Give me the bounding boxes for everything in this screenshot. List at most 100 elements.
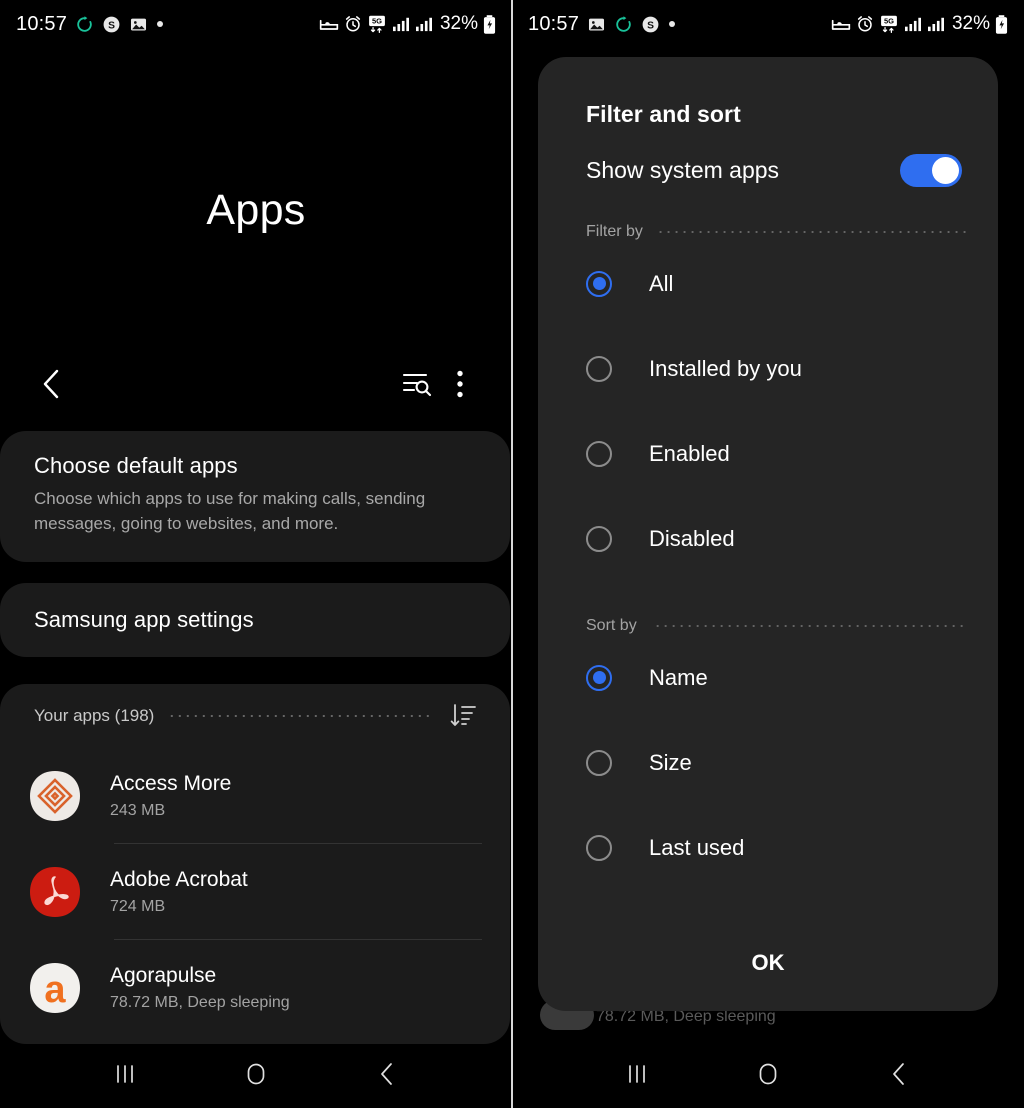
search-apps-button[interactable] — [394, 362, 438, 406]
status-bar-left-group: 10:57 S — [16, 13, 164, 36]
alarm-icon — [856, 15, 874, 33]
recents-icon — [626, 1063, 648, 1085]
battery-percent: 32% — [439, 13, 478, 34]
back-button[interactable] — [30, 362, 74, 406]
your-apps-header: Your apps (198) — [0, 684, 510, 748]
ok-button[interactable]: OK — [538, 915, 998, 1011]
adobe-acrobat-icon — [28, 865, 82, 919]
image-icon — [587, 15, 606, 34]
navigation-bar-left — [0, 1040, 512, 1108]
sort-option-size[interactable]: Size — [538, 720, 998, 805]
page-title: Apps — [206, 186, 306, 234]
back-chevron-icon — [39, 368, 65, 400]
show-system-apps-row[interactable]: Show system apps — [538, 128, 998, 187]
right-screen: 10:57 S 5G 32% 78.72 MB, Deep sleeping F… — [512, 0, 1024, 1108]
choose-default-apps-title: Choose default apps — [34, 453, 238, 478]
radio-icon[interactable] — [586, 355, 612, 382]
app-name: Agorapulse — [110, 963, 217, 987]
filter-option-enabled[interactable]: Enabled — [538, 411, 998, 496]
battery-charging-icon — [995, 14, 1008, 34]
radio-icon[interactable] — [586, 749, 612, 776]
recents-button[interactable] — [97, 1052, 153, 1096]
app-toolbar — [0, 358, 512, 410]
status-bar-right: 10:57 S 5G 32% — [512, 0, 1024, 48]
sort-by-dotted-divider — [650, 625, 968, 627]
svg-text:S: S — [647, 20, 654, 31]
radio-icon[interactable] — [586, 270, 612, 297]
dnd-bed-icon — [831, 15, 851, 33]
alarm-icon — [344, 15, 362, 33]
dot-icon — [668, 20, 676, 28]
choose-default-apps-card[interactable]: Choose default apps Choose which apps to… — [0, 431, 510, 562]
radio-icon[interactable] — [586, 440, 612, 467]
show-system-apps-label: Show system apps — [586, 157, 780, 183]
sort-option-name[interactable]: Name — [538, 635, 998, 720]
app-meta: 243 MB — [110, 801, 166, 819]
sort-option-last-used[interactable]: Last used — [538, 805, 998, 890]
filter-by-header: Filter by — [538, 187, 998, 241]
filter-by-label: Filter by — [586, 223, 643, 240]
sort-option-label: Last used — [649, 834, 745, 860]
samsung-app-settings-title: Samsung app settings — [34, 607, 254, 632]
home-circle-icon — [756, 1062, 780, 1086]
status-bar-right-group: 5G 32% — [831, 13, 1008, 35]
show-system-apps-toggle[interactable] — [900, 154, 962, 187]
samsung-app-settings-card[interactable]: Samsung app settings — [0, 583, 510, 657]
dot-icon — [156, 20, 164, 28]
filter-option-label: Disabled — [649, 525, 735, 551]
choose-default-apps-subtitle: Choose which apps to use for making call… — [34, 489, 426, 533]
access-more-icon — [28, 769, 82, 823]
list-item[interactable]: Adobe Acrobat 724 MB — [0, 844, 510, 940]
back-chevron-icon — [378, 1062, 396, 1086]
header-dotted-divider — [170, 715, 430, 717]
svg-text:5G: 5G — [372, 16, 382, 25]
dnd-bed-icon — [319, 15, 339, 33]
image-icon — [129, 15, 148, 34]
home-button[interactable] — [740, 1052, 796, 1096]
filter-by-dotted-divider — [656, 231, 968, 233]
sort-by-label: Sort by — [586, 617, 637, 634]
more-options-button[interactable] — [438, 362, 482, 406]
app-meta: 724 MB — [110, 897, 166, 915]
recents-button[interactable] — [609, 1052, 665, 1096]
list-search-icon — [400, 369, 432, 399]
list-item[interactable]: Access More 243 MB — [0, 748, 510, 844]
back-chevron-icon — [890, 1062, 908, 1086]
back-button-nav[interactable] — [359, 1052, 415, 1096]
filter-option-disabled[interactable]: Disabled — [538, 496, 998, 581]
sort-option-label: Name — [649, 664, 708, 690]
status-bar-left-group: 10:57 S — [528, 13, 676, 36]
more-vertical-icon — [457, 370, 463, 398]
app-meta: 78.72 MB, Deep sleeping — [110, 993, 290, 1011]
radio-icon[interactable] — [586, 834, 612, 861]
battery-charging-icon — [483, 14, 496, 34]
skype-icon: S — [641, 15, 660, 34]
sort-button[interactable] — [446, 699, 480, 733]
list-item-text: Access More 243 MB — [110, 770, 231, 823]
sync-icon — [614, 15, 633, 34]
5g-icon: 5G — [367, 15, 387, 34]
app-name: Access More — [110, 771, 232, 795]
5g-icon: 5G — [879, 15, 899, 34]
signal-sim1-icon — [904, 16, 922, 32]
radio-icon[interactable] — [586, 525, 612, 552]
list-item-text: Adobe Acrobat 724 MB — [110, 866, 248, 919]
filter-option-all[interactable]: All — [538, 241, 998, 326]
agorapulse-icon: a — [28, 961, 82, 1015]
home-button[interactable] — [228, 1052, 284, 1096]
app-name: Adobe Acrobat — [110, 867, 248, 891]
signal-sim2-icon — [415, 16, 433, 32]
filter-option-installed-by-you[interactable]: Installed by you — [538, 326, 998, 411]
list-item[interactable]: a Agorapulse 78.72 MB, Deep sleeping — [0, 940, 510, 1036]
recents-icon — [114, 1063, 136, 1085]
sort-by-header: Sort by — [538, 581, 998, 635]
svg-text:5G: 5G — [884, 16, 894, 25]
svg-text:a: a — [44, 969, 66, 1011]
svg-text:S: S — [108, 20, 115, 31]
radio-icon[interactable] — [586, 664, 612, 691]
back-button-nav[interactable] — [871, 1052, 927, 1096]
skype-icon: S — [102, 15, 121, 34]
navigation-bar-right — [512, 1040, 1024, 1108]
status-time: 10:57 — [16, 12, 68, 35]
home-circle-icon — [244, 1062, 268, 1086]
